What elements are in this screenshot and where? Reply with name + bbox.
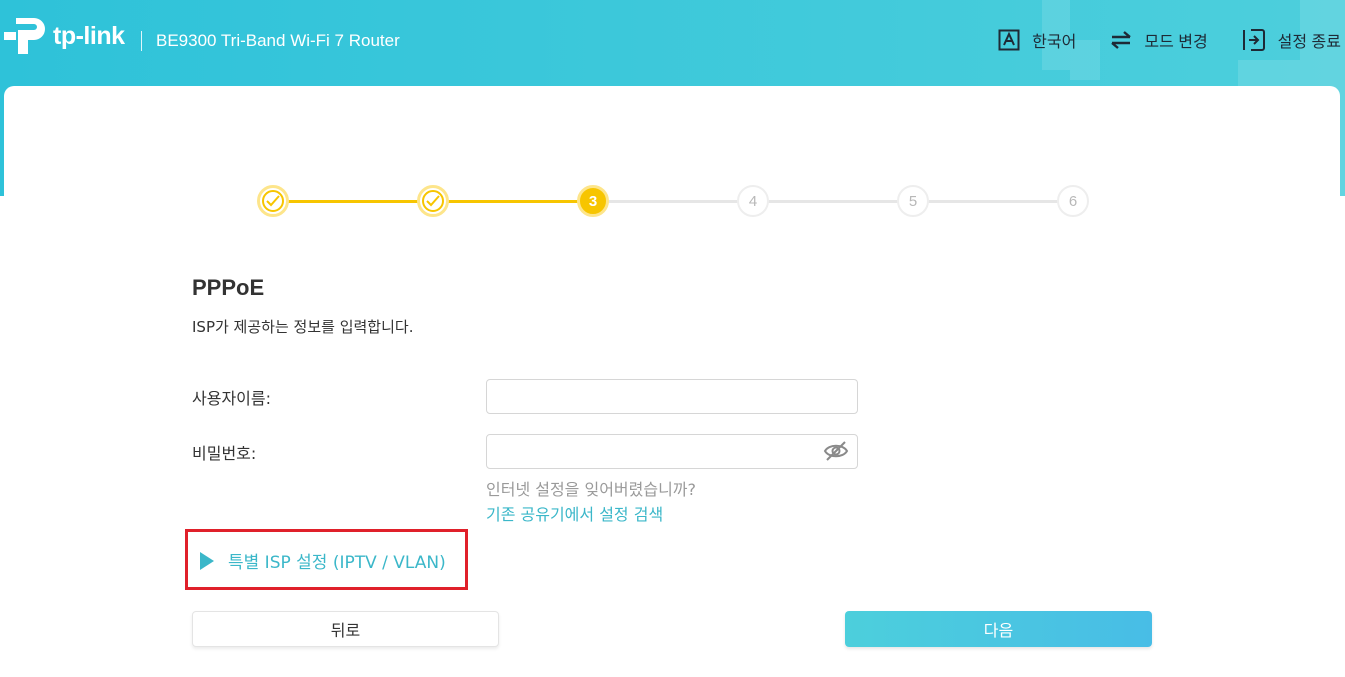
- page-subtitle: ISP가 제공하는 정보를 입력합니다.: [192, 318, 414, 336]
- change-mode-label: 모드 변경: [1144, 34, 1208, 51]
- step-6: 6: [1057, 185, 1089, 217]
- exit-setup-button[interactable]: 설정 종료: [1242, 28, 1341, 52]
- check-icon: [426, 195, 440, 207]
- tp-link-logo-icon: [4, 18, 45, 54]
- language-icon: [998, 29, 1020, 51]
- step-4: 4: [737, 185, 769, 217]
- step-1: [257, 185, 289, 217]
- username-input[interactable]: [486, 379, 858, 414]
- check-icon: [266, 195, 280, 207]
- progress-stepper: 3 4 5 6: [257, 185, 1089, 217]
- header-actions: 한국어 모드 변경 설정 종료: [964, 28, 1341, 52]
- model-name: BE9300 Tri-Band Wi-Fi 7 Router: [156, 31, 400, 50]
- special-isp-settings-label: 특별 ISP 설정 (IPTV / VLAN): [228, 553, 446, 573]
- password-label: 비밀번호:: [192, 444, 257, 463]
- step-5: 5: [897, 185, 929, 217]
- special-isp-settings-toggle[interactable]: 특별 ISP 설정 (IPTV / VLAN): [200, 548, 446, 573]
- exit-setup-label: 설정 종료: [1277, 34, 1341, 51]
- search-existing-router-link[interactable]: 기존 공유기에서 설정 검색: [486, 501, 663, 525]
- tp-link-logo[interactable]: tp-link: [4, 14, 125, 58]
- logo-text: tp-link: [53, 21, 125, 50]
- header-divider: [141, 31, 142, 51]
- change-mode-button[interactable]: 모드 변경: [1110, 28, 1208, 52]
- step-3: 3: [577, 185, 609, 217]
- back-button[interactable]: 뒤로: [192, 611, 499, 647]
- language-label: 한국어: [1032, 34, 1077, 51]
- username-label: 사용자이름:: [192, 389, 271, 408]
- eye-off-icon[interactable]: [823, 440, 849, 462]
- swap-arrows-icon: [1111, 31, 1132, 49]
- exit-icon: [1242, 29, 1265, 51]
- expand-triangle-icon: [200, 551, 214, 570]
- step-2: [417, 185, 449, 217]
- password-input[interactable]: [486, 434, 858, 469]
- stepper-line-pending: [593, 200, 1073, 203]
- next-button[interactable]: 다음: [845, 611, 1152, 647]
- forgot-settings-text: 인터넷 설정을 잊어버렸습니까?: [486, 480, 697, 499]
- language-button[interactable]: 한국어: [998, 28, 1076, 52]
- page-title: PPPoE: [192, 275, 265, 300]
